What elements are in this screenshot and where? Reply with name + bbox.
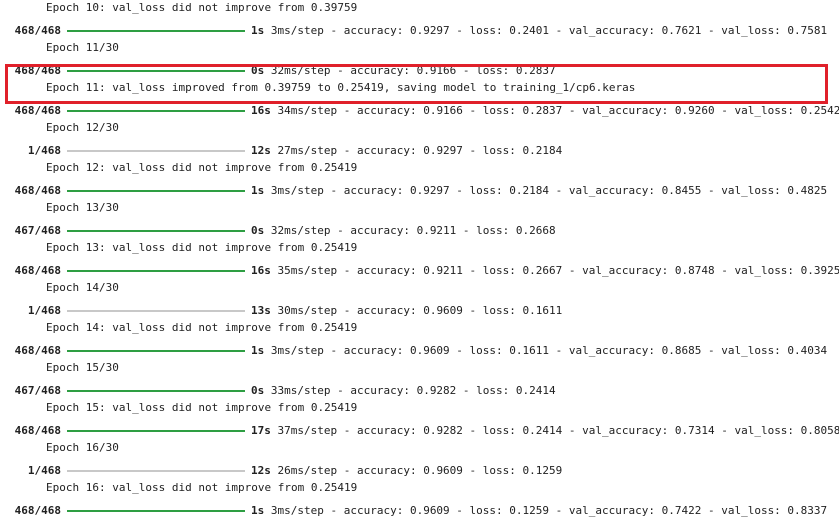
log-line: Epoch 15: val_loss did not improve from … (46, 401, 358, 414)
progress-bar (67, 190, 245, 192)
progress-line: 468/468 1s 3ms/step - accuracy: 0.9297 - … (0, 181, 828, 201)
progress-line: 467/468 0s 32ms/step - accuracy: 0.9211 -… (0, 221, 556, 241)
log-line: Epoch 16/30 (46, 441, 119, 454)
progress-bar (67, 110, 245, 112)
metrics-text: 34ms/step - accuracy: 0.9166 - loss: 0.2… (270, 104, 839, 117)
metrics-text: 35ms/step - accuracy: 0.9211 - loss: 0.2… (270, 264, 839, 277)
progress-bar-fill (67, 230, 245, 232)
progress-line: 468/468 16s 35ms/step - accuracy: 0.9211 … (0, 261, 839, 281)
step-count: 468/468 (14, 184, 61, 197)
step-count: 468/468 (14, 424, 61, 437)
progress-bar (67, 270, 245, 272)
elapsed-time: 12s (251, 144, 271, 157)
progress-bar (67, 150, 245, 152)
step-count: 468/468 (14, 24, 61, 37)
progress-line: 1/468 13s 30ms/step - accuracy: 0.9609 - … (0, 301, 562, 321)
log-line: Epoch 13/30 (46, 201, 119, 214)
progress-bar-fill (67, 430, 245, 432)
progress-line: 468/468 16s 34ms/step - accuracy: 0.9166 … (0, 101, 839, 121)
progress-bar (67, 30, 245, 32)
progress-line: 1/468 12s 26ms/step - accuracy: 0.9609 - … (0, 461, 562, 481)
elapsed-time: 1s (251, 344, 265, 357)
highlight-box (5, 64, 828, 104)
step-count: 468/468 (14, 344, 61, 357)
elapsed-time: 12s (251, 464, 271, 477)
log-line: Epoch 12: val_loss did not improve from … (46, 161, 358, 174)
elapsed-time: 1s (251, 24, 265, 37)
step-count: 468/468 (14, 264, 61, 277)
log-line: Epoch 12/30 (46, 121, 119, 134)
metrics-text: 37ms/step - accuracy: 0.9282 - loss: 0.2… (270, 424, 839, 437)
progress-line: 1/468 12s 27ms/step - accuracy: 0.9297 - … (0, 141, 562, 161)
step-count: 1/468 (27, 464, 61, 477)
progress-bar (67, 350, 245, 352)
progress-line: 467/468 0s 33ms/step - accuracy: 0.9282 -… (0, 381, 556, 401)
progress-bar-fill (67, 190, 245, 192)
progress-bar-fill (67, 350, 245, 352)
log-line: Epoch 10: val_loss did not improve from … (46, 1, 358, 14)
progress-line: 468/468 17s 37ms/step - accuracy: 0.9282 … (0, 421, 839, 441)
progress-bar (67, 230, 245, 232)
elapsed-time: 0s (251, 384, 265, 397)
step-count: 1/468 (27, 304, 61, 317)
progress-bar-fill (67, 110, 245, 112)
elapsed-time: 16s (251, 264, 271, 277)
log-line: Epoch 11/30 (46, 41, 119, 54)
progress-line: 468/468 1s 3ms/step - accuracy: 0.9297 - … (0, 21, 828, 41)
step-count: 468/468 (14, 104, 61, 117)
elapsed-time: 17s (251, 424, 271, 437)
metrics-text: 32ms/step - accuracy: 0.9211 - loss: 0.2… (264, 224, 556, 237)
log-line: Epoch 14/30 (46, 281, 119, 294)
progress-bar-fill (67, 30, 245, 32)
metrics-text: 33ms/step - accuracy: 0.9282 - loss: 0.2… (264, 384, 556, 397)
elapsed-time: 13s (251, 304, 271, 317)
progress-bar-fill (67, 510, 245, 512)
elapsed-time: 1s (251, 184, 265, 197)
progress-bar (67, 470, 245, 472)
metrics-text: 27ms/step - accuracy: 0.9297 - loss: 0.2… (270, 144, 563, 157)
elapsed-time: 0s (251, 224, 265, 237)
progress-line: 468/468 1s 3ms/step - accuracy: 0.9609 - … (0, 501, 828, 521)
step-count: 468/468 (14, 504, 61, 517)
progress-bar (67, 390, 245, 392)
log-line: Epoch 14: val_loss did not improve from … (46, 321, 358, 334)
progress-line: 468/468 1s 3ms/step - accuracy: 0.9609 - … (0, 341, 828, 361)
metrics-text: 3ms/step - accuracy: 0.9609 - loss: 0.12… (264, 504, 828, 517)
step-count: 467/468 (14, 384, 61, 397)
step-count: 467/468 (14, 224, 61, 237)
progress-bar (67, 310, 245, 312)
metrics-text: 26ms/step - accuracy: 0.9609 - loss: 0.1… (270, 464, 563, 477)
progress-bar-fill (67, 390, 245, 392)
elapsed-time: 16s (251, 104, 271, 117)
progress-bar (67, 430, 245, 432)
metrics-text: 3ms/step - accuracy: 0.9297 - loss: 0.24… (264, 24, 828, 37)
log-line: Epoch 13: val_loss did not improve from … (46, 241, 358, 254)
metrics-text: 3ms/step - accuracy: 0.9609 - loss: 0.16… (264, 344, 828, 357)
progress-bar (67, 510, 245, 512)
elapsed-time: 1s (251, 504, 265, 517)
metrics-text: 3ms/step - accuracy: 0.9297 - loss: 0.21… (264, 184, 828, 197)
progress-bar-fill (67, 270, 245, 272)
step-count: 1/468 (27, 144, 61, 157)
log-line: Epoch 15/30 (46, 361, 119, 374)
metrics-text: 30ms/step - accuracy: 0.9609 - loss: 0.1… (270, 304, 563, 317)
log-line: Epoch 16: val_loss did not improve from … (46, 481, 358, 494)
